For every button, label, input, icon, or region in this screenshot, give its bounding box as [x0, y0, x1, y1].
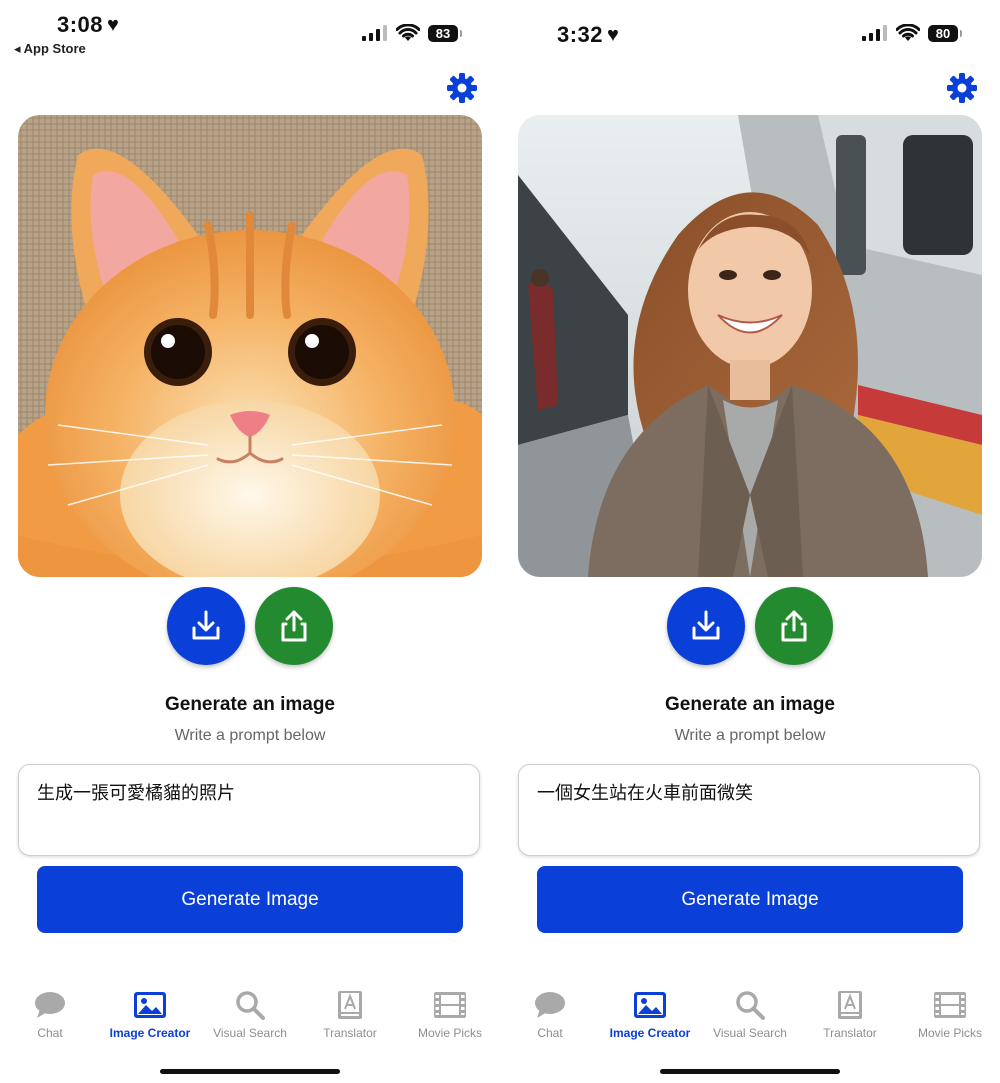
generate-subtitle: Write a prompt below — [174, 727, 326, 744]
share-icon — [781, 610, 807, 642]
tab-label: Image Creator — [109, 1026, 191, 1040]
screen-right: 3:32 ♥ 80 Generate an image Write a prom… — [500, 0, 1000, 1083]
translator-book-icon — [838, 991, 862, 1019]
tab-translator[interactable]: Translator — [800, 990, 900, 1050]
tab-label: Image Creator — [609, 1026, 691, 1040]
screen-left: 3:08 ♥ ◂ App Store 83 Generate an image … — [0, 0, 500, 1083]
image-icon — [634, 992, 666, 1018]
tab-visual-search[interactable]: Visual Search — [200, 990, 300, 1050]
tab-label: Translator — [323, 1026, 377, 1040]
chat-bubble-icon — [35, 992, 65, 1018]
film-icon — [934, 992, 966, 1018]
time-text: 3:08 — [57, 12, 104, 37]
status-icons: 83 — [362, 24, 462, 42]
heart-icon: ♥ — [107, 14, 120, 36]
battery-icon: 80 — [928, 24, 962, 42]
generate-image-button[interactable]: Generate Image — [537, 866, 963, 933]
battery-level: 83 — [435, 25, 451, 41]
tab-movie-picks[interactable]: Movie Picks — [900, 990, 1000, 1050]
tab-label: Visual Search — [713, 1026, 787, 1040]
status-time: 3:08 ♥ — [57, 12, 119, 38]
gear-icon[interactable] — [446, 72, 478, 104]
tab-movie-picks[interactable]: Movie Picks — [400, 990, 500, 1050]
share-icon — [281, 610, 307, 642]
generate-title: Generate an image — [164, 694, 336, 715]
tab-label: Chat — [37, 1026, 63, 1040]
generate-title: Generate an image — [664, 694, 836, 715]
generate-image-button[interactable]: Generate Image — [37, 866, 463, 933]
tab-label: Visual Search — [213, 1026, 287, 1040]
tab-bar: Chat Image Creator Visual Search Transla… — [0, 990, 500, 1050]
tab-chat[interactable]: Chat — [500, 990, 600, 1050]
home-indicator[interactable] — [660, 1069, 840, 1074]
prompt-input[interactable]: 生成一張可愛橘貓的照片 — [18, 764, 480, 856]
tab-label: Chat — [537, 1026, 563, 1040]
tab-image-creator[interactable]: Image Creator — [600, 990, 700, 1050]
wifi-icon — [396, 24, 420, 41]
status-icons: 80 — [862, 24, 962, 42]
home-indicator[interactable] — [160, 1069, 340, 1074]
battery-level: 80 — [935, 25, 951, 41]
time-text: 3:32 — [557, 22, 604, 47]
tab-chat[interactable]: Chat — [0, 990, 100, 1050]
share-button[interactable] — [755, 587, 833, 665]
tab-bar: Chat Image Creator Visual Search Transla… — [500, 990, 1000, 1050]
tab-label: Movie Picks — [417, 1026, 482, 1040]
back-to-app-store[interactable]: ◂ App Store — [14, 41, 86, 57]
gear-icon[interactable] — [946, 72, 978, 104]
download-icon — [192, 610, 220, 640]
share-button[interactable] — [255, 587, 333, 665]
search-icon — [236, 991, 265, 1020]
generated-image-girl — [518, 115, 982, 577]
heart-icon: ♥ — [607, 24, 620, 46]
tab-label: Movie Picks — [917, 1026, 982, 1040]
prompt-input[interactable]: 一個女生站在火車前面微笑 — [518, 764, 980, 856]
film-icon — [434, 992, 466, 1018]
signal-icon — [862, 25, 887, 41]
chat-bubble-icon — [535, 992, 565, 1018]
signal-icon — [362, 25, 387, 41]
tab-image-creator[interactable]: Image Creator — [100, 990, 200, 1050]
download-icon — [692, 610, 720, 640]
tab-translator[interactable]: Translator — [300, 990, 400, 1050]
tab-label: Translator — [823, 1026, 877, 1040]
translator-book-icon — [338, 991, 362, 1019]
battery-icon: 83 — [428, 24, 462, 42]
wifi-icon — [896, 24, 920, 41]
status-time: 3:32 ♥ — [557, 22, 619, 48]
image-icon — [134, 992, 166, 1018]
tab-visual-search[interactable]: Visual Search — [700, 990, 800, 1050]
generate-subtitle: Write a prompt below — [674, 727, 826, 744]
search-icon — [736, 991, 765, 1020]
generated-image-cat — [18, 115, 482, 577]
download-button[interactable] — [167, 587, 245, 665]
download-button[interactable] — [667, 587, 745, 665]
